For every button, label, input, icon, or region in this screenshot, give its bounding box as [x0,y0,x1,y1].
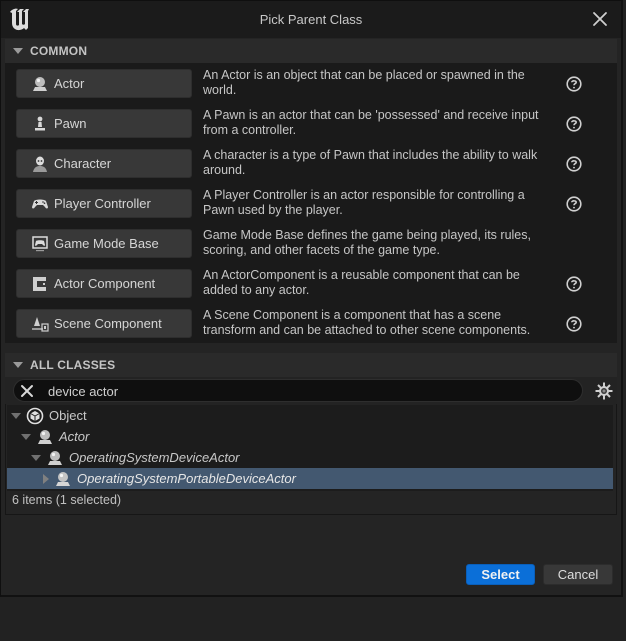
actor-sphere-icon [31,75,49,93]
class-tree: Object Actor OperatingSystemDeviceActor … [7,405,613,491]
common-classes-panel: Actor An Actor is an object that can be … [5,63,617,343]
common-row-actor: Actor An Actor is an object that can be … [5,65,617,105]
actor-class-label: Actor [54,76,85,91]
description-line: from a controller. [203,123,297,137]
actor-sphere-icon [36,428,54,446]
actor-component-description: An ActorComponent is a reusable componen… [203,268,548,298]
description-line: A Pawn is an actor that can be 'possesse… [203,108,539,122]
scene-component-class-button[interactable]: Scene Component [16,309,192,338]
description-line: An Actor is an object that can be placed… [203,68,525,82]
common-row-game-mode-base: Game Mode Base Game Mode Base defines th… [5,225,617,265]
expand-arrow-icon[interactable] [21,433,31,440]
common-section-label: COMMON [30,44,88,58]
help-icon[interactable] [566,276,582,292]
scene-component-icon [31,315,49,333]
pawn-class-label: Pawn [54,116,87,131]
player-controller-class-button[interactable]: Player Controller [16,189,192,218]
items-status: 6 items (1 selected) [12,493,122,507]
help-icon[interactable] [566,316,582,332]
tree-item-object[interactable]: Object [7,405,613,426]
common-row-actor-component: Actor Component An ActorComponent is a r… [5,265,617,305]
scene-component-description: A Scene Component is a component that ha… [203,308,548,338]
expand-arrow-icon[interactable] [43,473,49,484]
collapse-triangle-icon [13,362,23,368]
description-line: A character is a type of Pawn that inclu… [203,148,538,162]
gamepad-icon [31,195,49,213]
tree-item-label: Object [49,408,87,423]
help-icon[interactable] [566,156,582,172]
tree-item-operating-system-portable-device-actor[interactable]: OperatingSystemPortableDeviceActor [7,468,613,489]
all-classes-section-label: ALL CLASSES [30,358,116,372]
description-line: around. [203,163,246,177]
game-mode-base-description: Game Mode Base defines the game being pl… [203,228,548,258]
tree-item-label: Actor [59,429,90,444]
common-row-player-controller: Player Controller A Player Controller is… [5,185,617,225]
character-icon [31,155,49,173]
help-icon[interactable] [566,76,582,92]
common-row-character: Character A character is a type of Pawn … [5,145,617,185]
tree-item-label: OperatingSystemDeviceActor [69,450,240,465]
cancel-button[interactable]: Cancel [543,564,613,585]
expand-arrow-icon[interactable] [11,412,21,419]
clear-search-icon[interactable] [20,384,34,398]
description-line: A Scene Component is a component that ha… [203,308,502,322]
actor-component-class-label: Actor Component [54,276,156,291]
description-line: added to any actor. [203,283,310,297]
character-description: A character is a type of Pawn that inclu… [203,148,548,178]
all-classes-section-header[interactable]: ALL CLASSES [5,353,617,377]
description-line: scoring, and other facets of the game ty… [203,243,440,257]
description-line: A Player Controller is an actor responsi… [203,188,525,202]
close-icon[interactable] [591,10,609,28]
pawn-icon [31,115,49,133]
description-line: Game Mode Base defines the game being pl… [203,228,531,242]
tree-item-actor[interactable]: Actor [7,426,613,447]
game-mode-base-class-label: Game Mode Base [54,236,159,251]
actor-component-icon [31,275,49,293]
help-icon[interactable] [566,116,582,132]
player-controller-class-label: Player Controller [54,196,151,211]
common-section-header[interactable]: COMMON [5,39,617,63]
collapse-triangle-icon [13,48,23,54]
select-button[interactable]: Select [466,564,535,585]
object-icon [26,407,44,425]
description-line: Pawn used by the player. [203,203,343,217]
character-class-button[interactable]: Character [16,149,192,178]
scene-component-class-label: Scene Component [54,316,162,331]
search-input[interactable] [48,382,568,400]
actor-sphere-icon [54,470,72,488]
dialog-title: Pick Parent Class [259,12,363,27]
actor-description: An Actor is an object that can be placed… [203,68,548,98]
title-bar: Pick Parent Class [1,1,621,38]
description-line: world. [203,83,237,97]
search-box[interactable] [13,379,583,402]
pick-parent-class-dialog: Pick Parent Class COMMON Actor An Actor … [0,0,623,597]
actor-sphere-icon [46,449,64,467]
gear-icon[interactable] [595,382,613,400]
actor-class-button[interactable]: Actor [16,69,192,98]
game-mode-icon [31,235,49,253]
tree-item-operating-system-device-actor[interactable]: OperatingSystemDeviceActor [7,447,613,468]
actor-component-class-button[interactable]: Actor Component [16,269,192,298]
search-row [5,377,617,405]
player-controller-description: A Player Controller is an actor responsi… [203,188,548,218]
game-mode-base-class-button[interactable]: Game Mode Base [16,229,192,258]
description-line: transform and can be attached to other s… [203,323,531,337]
pawn-class-button[interactable]: Pawn [16,109,192,138]
help-icon[interactable] [566,196,582,212]
expand-arrow-icon[interactable] [31,454,41,461]
description-line: An ActorComponent is a reusable componen… [203,268,520,282]
pawn-description: A Pawn is an actor that can be 'possesse… [203,108,548,138]
common-row-scene-component: Scene Component A Scene Component is a c… [5,305,617,345]
common-row-pawn: Pawn A Pawn is an actor that can be 'pos… [5,105,617,145]
tree-item-label: OperatingSystemPortableDeviceActor [77,471,296,486]
character-class-label: Character [54,156,112,171]
